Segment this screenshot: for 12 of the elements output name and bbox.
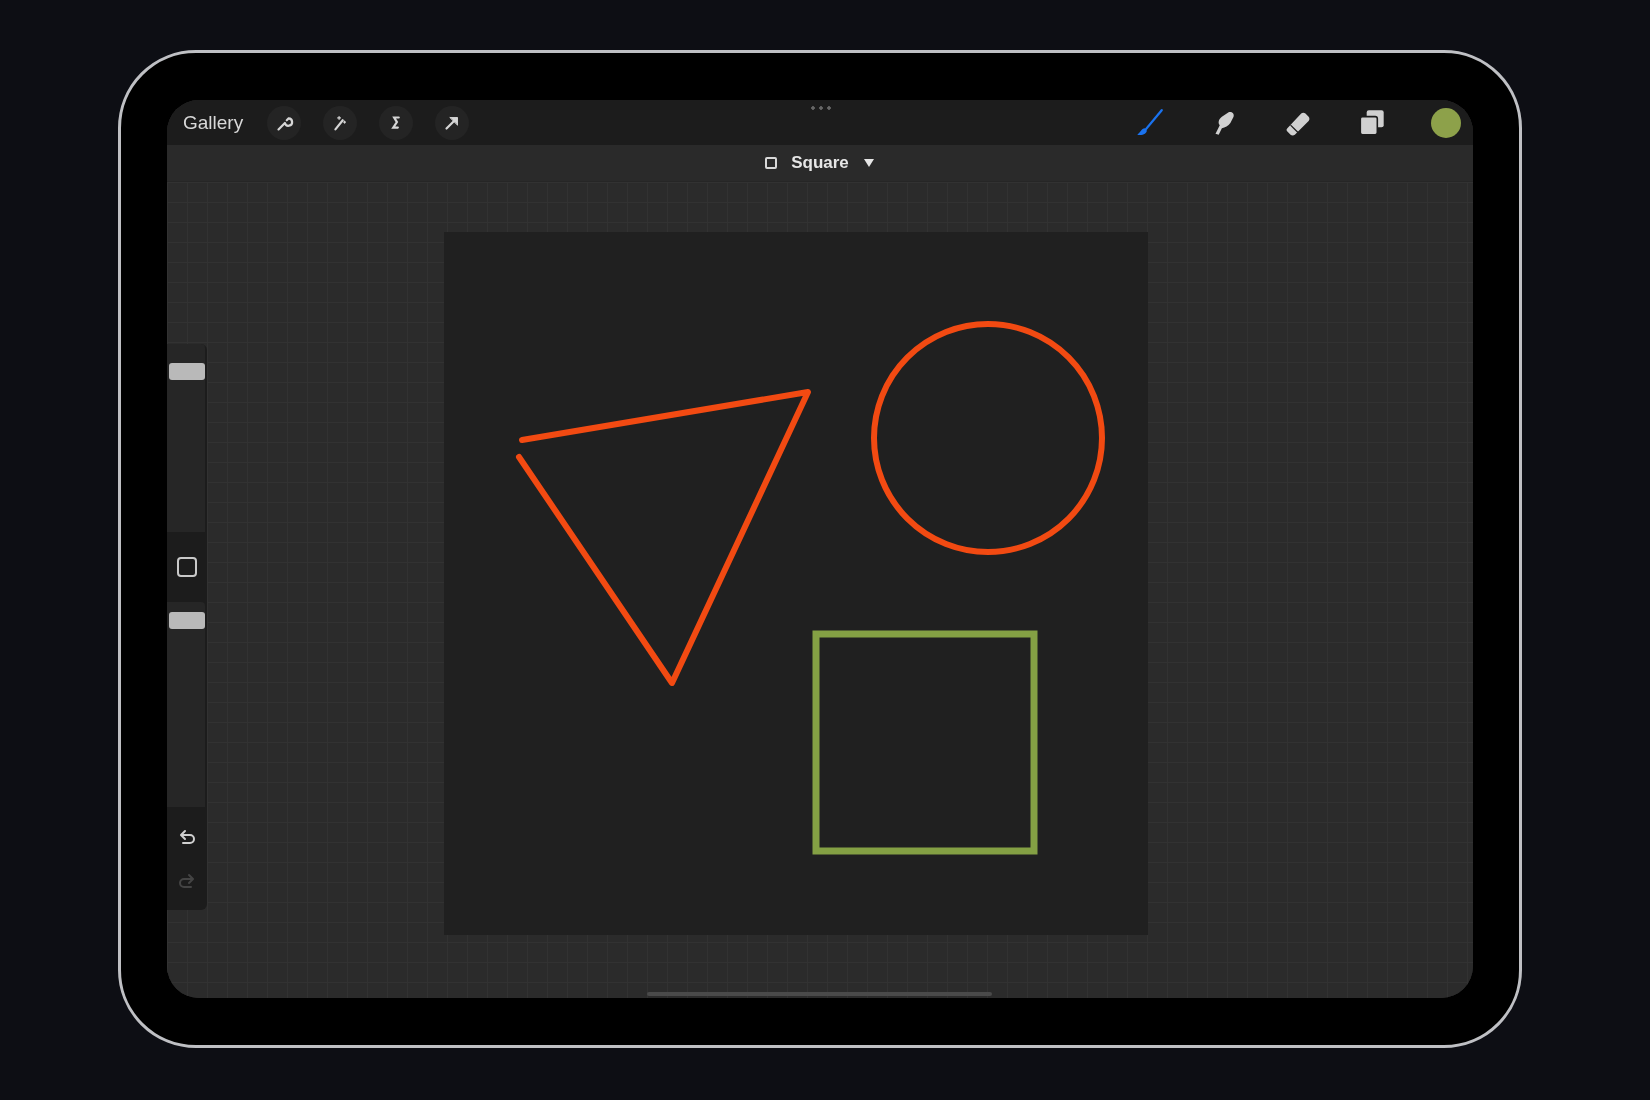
modify-button[interactable] <box>177 557 197 577</box>
magic-wand-icon[interactable] <box>323 105 358 140</box>
drag-handle[interactable] <box>809 106 831 110</box>
selection-mode-dropdown[interactable]: Square <box>791 153 855 173</box>
gallery-button[interactable]: Gallery <box>183 111 244 134</box>
opacity-slider[interactable] <box>167 602 205 807</box>
slider-handle[interactable] <box>169 362 205 380</box>
slider-handle[interactable] <box>169 612 205 630</box>
square-icon <box>765 157 778 169</box>
brush-size-slider[interactable] <box>167 344 205 532</box>
color-swatch[interactable] <box>1431 107 1461 138</box>
caret-icon <box>862 158 875 168</box>
